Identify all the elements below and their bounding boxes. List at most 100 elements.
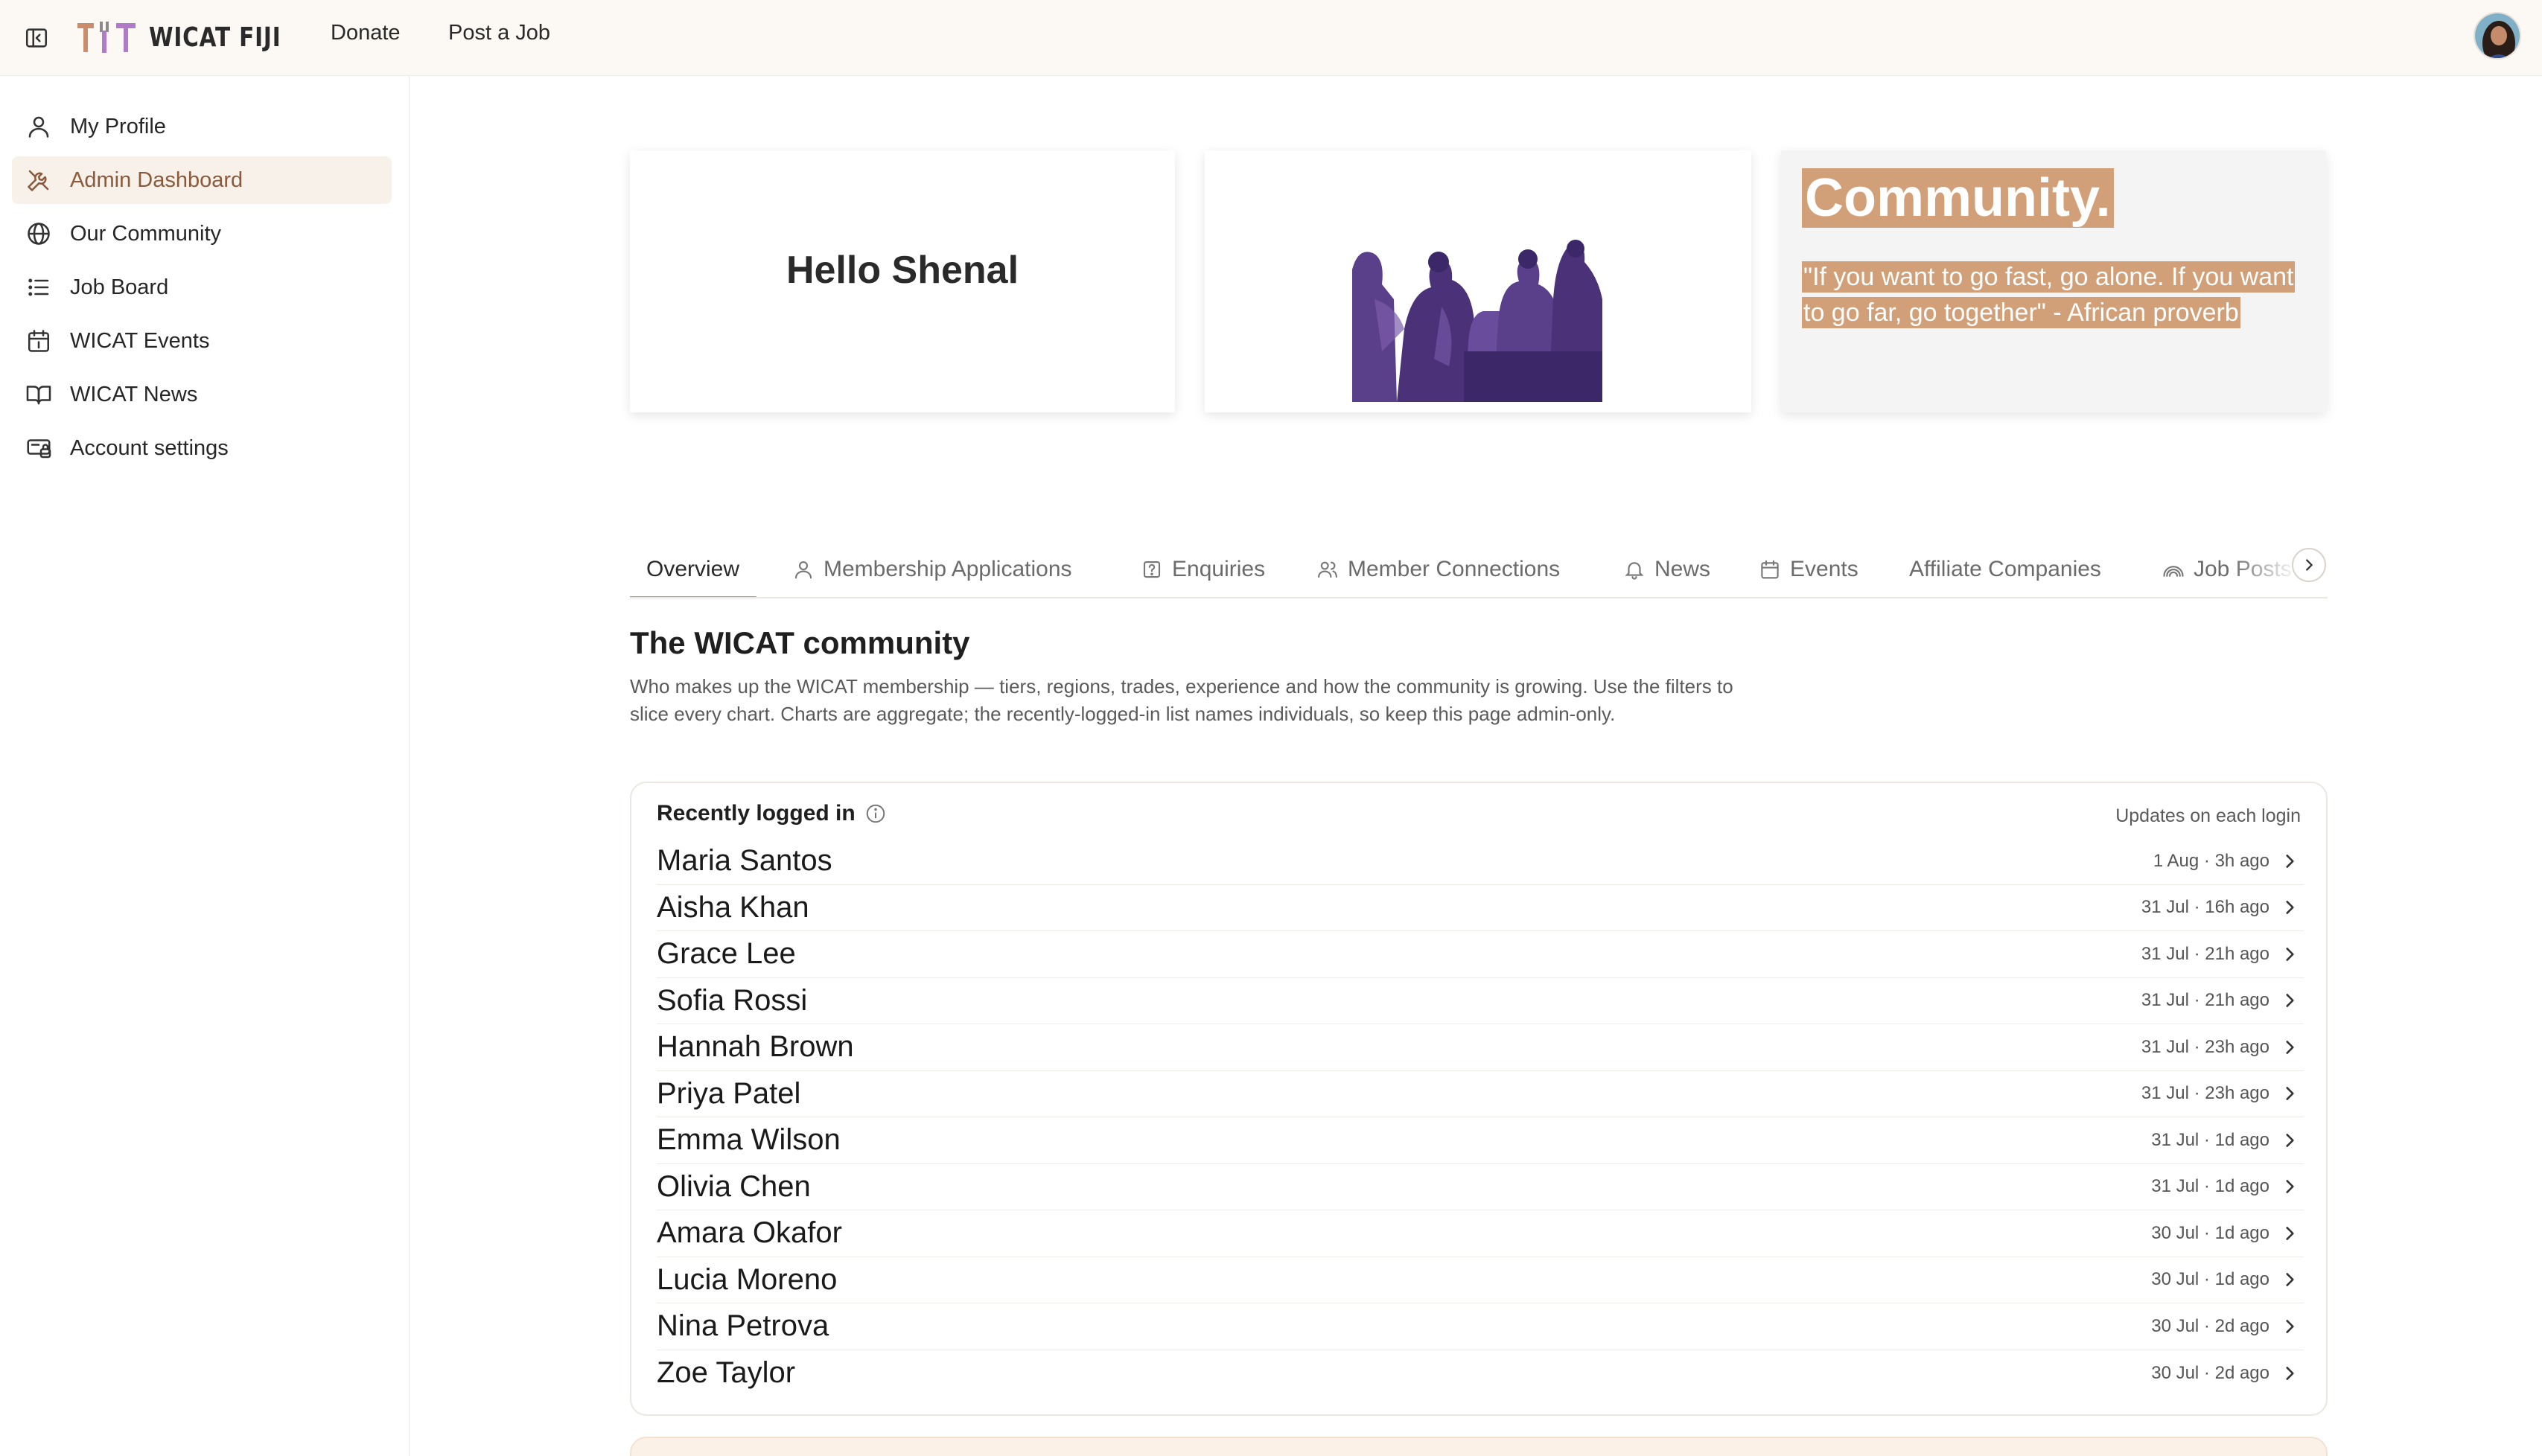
sidebar-item-our-community[interactable]: Our Community <box>12 210 392 258</box>
chevron-right-icon <box>2286 994 2294 1008</box>
sidebar-item-label: Account settings <box>70 435 229 460</box>
member-name: Zoe Taylor <box>657 1356 796 1390</box>
chevron-right-icon <box>2286 1040 2294 1054</box>
sidebar-item-job-board[interactable]: Job Board <box>12 264 392 311</box>
brand-name: WICAT FIJI <box>149 22 281 53</box>
next-section-card <box>630 1437 2328 1456</box>
calendar-icon <box>24 326 54 356</box>
community-photo <box>1352 240 1602 402</box>
top-bar: WICAT FIJI Donate Post a Job <box>0 0 2542 76</box>
member-name: Maria Santos <box>657 844 832 878</box>
last-login-time: 1 Aug · 3h ago <box>2153 850 2269 871</box>
member-name: Sofia Rossi <box>657 983 808 1017</box>
chevron-right-icon <box>2286 1319 2294 1333</box>
sidebar-item-my-profile[interactable]: My Profile <box>12 103 392 150</box>
last-login-time: 31 Jul · 21h ago <box>2141 990 2269 1011</box>
bell-icon <box>1625 562 1644 580</box>
member-name: Lucia Moreno <box>657 1262 838 1296</box>
chevron-right-icon <box>2286 1087 2294 1101</box>
sidebar-item-label: Our Community <box>70 221 222 246</box>
tab-member-connections[interactable]: Member Connections <box>1316 540 1560 597</box>
sidebar-item-wicat-news[interactable]: WICAT News <box>12 371 392 418</box>
tab-news[interactable]: News <box>1623 540 1710 597</box>
tab-label: Overview <box>646 557 740 581</box>
table-row[interactable]: Grace Lee 31 Jul · 21h ago <box>657 931 2304 978</box>
tools-logo-icon <box>77 22 136 53</box>
globe-icon <box>24 219 54 249</box>
sidebar-toggle-icon <box>25 28 48 48</box>
settings-icon <box>24 433 54 463</box>
greeting-text: Hello Shenal <box>786 249 1019 292</box>
table-row[interactable]: Hannah Brown 31 Jul · 23h ago <box>657 1024 2304 1071</box>
table-row[interactable]: Maria Santos 1 Aug · 3h ago <box>657 838 2304 885</box>
tab-membership-applications[interactable]: Membership Applications <box>792 540 1072 597</box>
member-name: Hannah Brown <box>657 1030 854 1064</box>
table-row[interactable]: Lucia Moreno 30 Jul · 1d ago <box>657 1257 2304 1303</box>
chevron-right-icon <box>2286 854 2294 868</box>
sidebar-item-admin-dashboard[interactable]: Admin Dashboard <box>12 156 392 204</box>
table-row[interactable]: Zoe Taylor 30 Jul · 2d ago <box>657 1350 2304 1397</box>
last-login-time: 30 Jul · 1d ago <box>2151 1222 2269 1243</box>
sidebar-item-label: Admin Dashboard <box>70 167 243 192</box>
table-row[interactable]: Amara Okafor 30 Jul · 1d ago <box>657 1210 2304 1257</box>
last-login-time: 30 Jul · 1d ago <box>2151 1269 2269 1290</box>
member-name: Olivia Chen <box>657 1169 811 1203</box>
sidebar-item-label: My Profile <box>70 114 166 138</box>
table-row[interactable]: Olivia Chen 31 Jul · 1d ago <box>657 1164 2304 1210</box>
question-icon <box>1143 561 1161 578</box>
table-row[interactable]: Priya Patel 31 Jul · 23h ago <box>657 1071 2304 1117</box>
section-description: Who makes up the WICAT membership — tier… <box>630 675 1733 725</box>
calendar-icon <box>1761 560 1779 579</box>
chevron-right-icon <box>2286 901 2294 915</box>
tab-label: Affiliate Companies <box>1909 557 2101 581</box>
tab-enquiries[interactable]: Enquiries <box>1141 540 1266 597</box>
quote-card: Community. "If you want to go fast, go a… <box>1781 150 2326 412</box>
info-icon[interactable] <box>864 802 887 825</box>
tab-overview[interactable]: Overview <box>630 540 758 597</box>
member-name: Aisha Khan <box>657 890 809 924</box>
last-login-time: 31 Jul · 1d ago <box>2151 1176 2269 1197</box>
tab-scroll-right-button[interactable] <box>2292 548 2326 582</box>
tab-overflow-fade <box>2231 540 2298 597</box>
user-avatar[interactable] <box>2473 12 2521 60</box>
rss-icon <box>2163 566 2184 577</box>
last-login-time: 30 Jul · 2d ago <box>2151 1362 2269 1383</box>
tools-icon <box>24 165 54 195</box>
users-icon <box>1318 561 1337 578</box>
dashboard-tabs: Overview Membership Applications Enquiri… <box>630 540 2328 598</box>
section-title: The WICAT community <box>630 625 970 660</box>
post-job-link[interactable]: Post a Job <box>448 21 550 45</box>
sidebar-item-label: WICAT Events <box>70 328 210 353</box>
chevron-right-icon <box>2286 1133 2294 1147</box>
brand-logo[interactable]: WICAT FIJI <box>74 16 310 58</box>
user-icon <box>24 112 54 141</box>
sidebar-item-account-settings[interactable]: Account settings <box>12 424 392 472</box>
panel-title: Recently logged in <box>657 801 856 826</box>
list-icon <box>24 272 54 302</box>
tab-affiliate-companies[interactable]: Affiliate Companies <box>1909 540 2101 597</box>
member-name: Grace Lee <box>657 937 796 971</box>
table-row[interactable]: Sofia Rossi 31 Jul · 21h ago <box>657 978 2304 1024</box>
tab-label: Membership Applications <box>824 557 1072 581</box>
member-name: Priya Patel <box>657 1076 801 1110</box>
member-name: Nina Petrova <box>657 1309 829 1343</box>
sidebar: My Profile Admin Dashboard Our Community… <box>0 76 410 1456</box>
donate-link[interactable]: Donate <box>331 21 401 45</box>
tab-label: Enquiries <box>1172 557 1266 581</box>
chevron-right-icon <box>2286 1226 2294 1240</box>
table-row[interactable]: Aisha Khan 31 Jul · 16h ago <box>657 885 2304 931</box>
sidebar-item-wicat-events[interactable]: WICAT Events <box>12 317 392 365</box>
last-login-time: 31 Jul · 21h ago <box>2141 943 2269 964</box>
panel-note: Updates on each login <box>2115 805 2301 826</box>
table-row[interactable]: Nina Petrova 30 Jul · 2d ago <box>657 1303 2304 1350</box>
sidebar-item-label: WICAT News <box>70 382 198 406</box>
quote-text: "If you want to go fast, go alone. If yo… <box>1802 261 2296 328</box>
last-login-time: 30 Jul · 2d ago <box>2151 1315 2269 1336</box>
sidebar-toggle-button[interactable] <box>21 22 52 54</box>
user-icon <box>794 561 812 579</box>
chevron-right-icon <box>2306 559 2313 571</box>
tab-events[interactable]: Events <box>1759 540 1858 597</box>
last-login-time: 31 Jul · 1d ago <box>2151 1129 2269 1150</box>
last-login-time: 31 Jul · 23h ago <box>2141 1083 2269 1104</box>
table-row[interactable]: Emma Wilson 31 Jul · 1d ago <box>657 1117 2304 1164</box>
